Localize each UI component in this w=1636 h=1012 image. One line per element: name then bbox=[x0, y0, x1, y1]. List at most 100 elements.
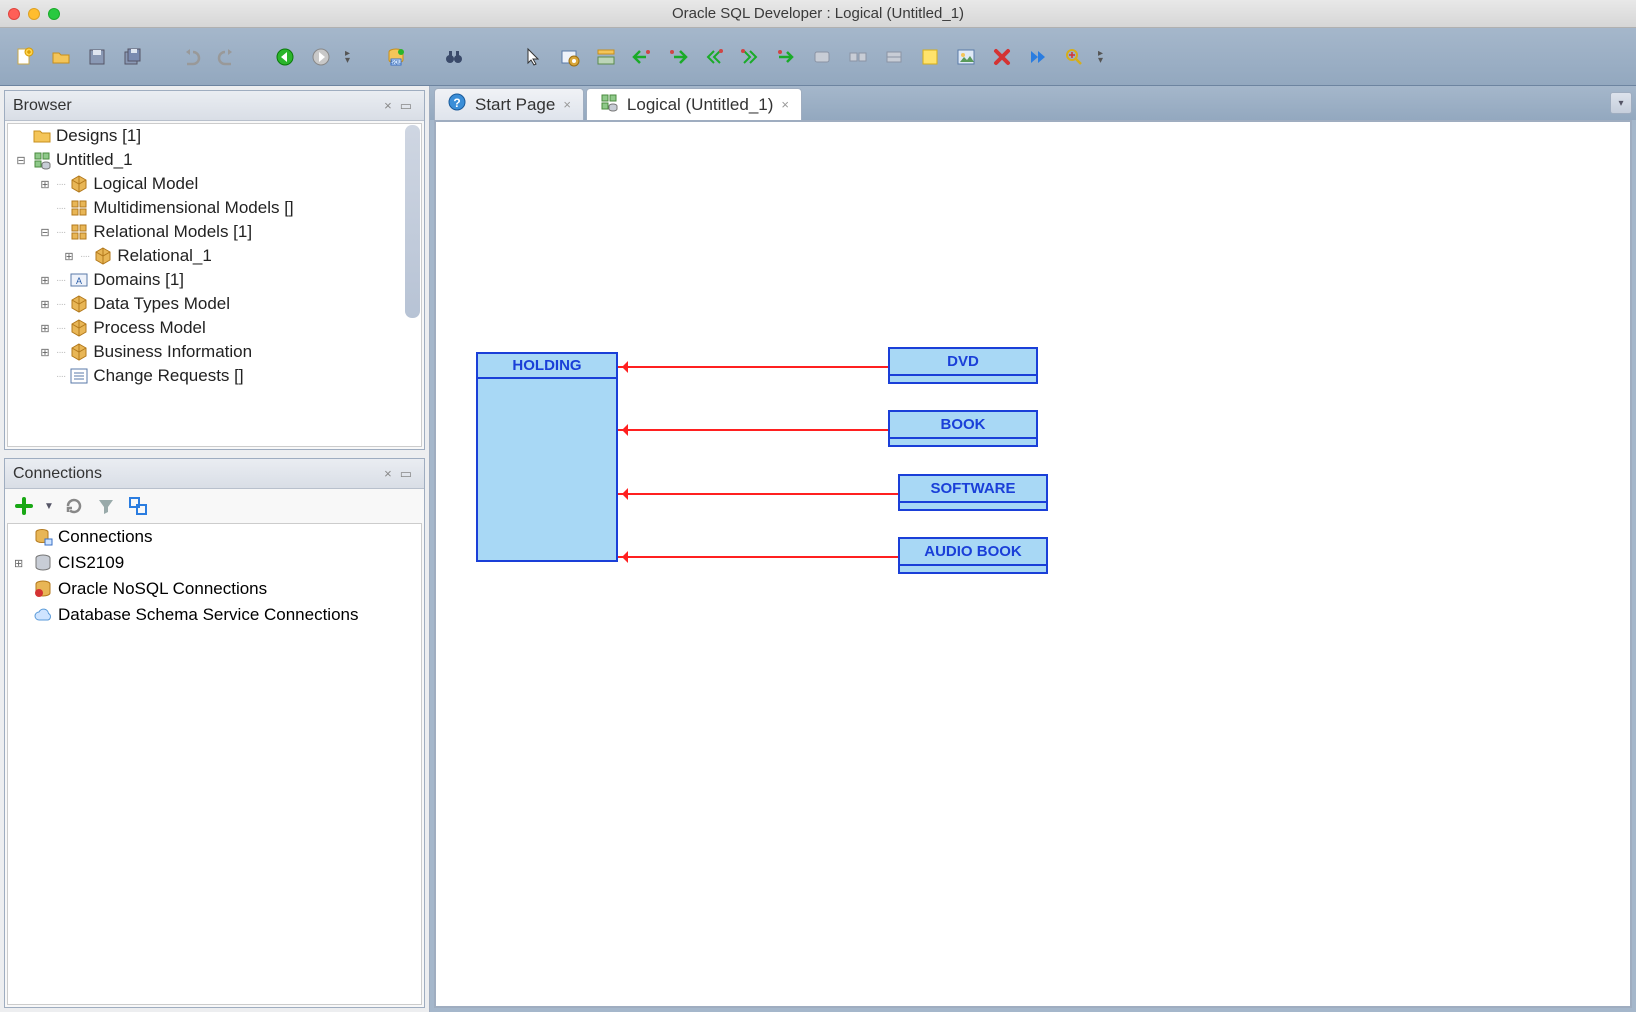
filter-button[interactable] bbox=[93, 493, 119, 519]
refresh-button[interactable] bbox=[61, 493, 87, 519]
browser-panel: Browser × ▭ Designs [1]⊟Untitled_1⊞····L… bbox=[4, 90, 425, 450]
expander-icon[interactable]: ⊟ bbox=[38, 226, 52, 239]
scrollbar[interactable] bbox=[405, 125, 420, 318]
db-icon bbox=[32, 553, 54, 573]
tree-item[interactable]: ⊞····Process Model bbox=[8, 316, 421, 340]
toolbar-overflow[interactable]: ▸▾ bbox=[342, 50, 353, 64]
connection-item[interactable]: Connections bbox=[8, 524, 421, 550]
relationship-arrow[interactable] bbox=[618, 429, 888, 431]
entity-software[interactable]: SOFTWARE bbox=[898, 474, 1048, 511]
tab-close-button[interactable]: × bbox=[563, 97, 571, 112]
open-folder-button[interactable] bbox=[46, 42, 76, 72]
expander-icon[interactable]: ⊞ bbox=[38, 274, 52, 287]
link-button[interactable] bbox=[125, 493, 151, 519]
cube-icon bbox=[69, 174, 89, 194]
nav-left-green-button[interactable] bbox=[627, 42, 657, 72]
rect-gray3-button[interactable] bbox=[879, 42, 909, 72]
tab-overflow-button[interactable]: ▾ bbox=[1610, 92, 1632, 114]
rect-gray2-button[interactable] bbox=[843, 42, 873, 72]
tree-item[interactable]: ⊟····Relational Models [1] bbox=[8, 220, 421, 244]
tree-item-label: Designs [1] bbox=[56, 126, 141, 146]
connection-item[interactable]: Database Schema Service Connections bbox=[8, 602, 421, 628]
fast-forward-blue-button[interactable] bbox=[1023, 42, 1053, 72]
tree-item-label: Logical Model bbox=[93, 174, 198, 194]
list-icon bbox=[69, 366, 89, 386]
tree-item[interactable]: ⊞····Business Information bbox=[8, 340, 421, 364]
cursor-button[interactable] bbox=[519, 42, 549, 72]
svg-text:?: ? bbox=[453, 96, 460, 110]
image-button[interactable] bbox=[951, 42, 981, 72]
diagram-canvas[interactable]: HOLDING DVD BOOK SOFTWARE AUDIO BOOK bbox=[434, 120, 1632, 1008]
connection-item[interactable]: ⊞CIS2109 bbox=[8, 550, 421, 576]
new-file-button[interactable] bbox=[10, 42, 40, 72]
sql-button[interactable]: SQL bbox=[381, 42, 411, 72]
expander-icon[interactable]: ⊞ bbox=[38, 322, 52, 335]
tree-item[interactable]: ⊞····Logical Model bbox=[8, 172, 421, 196]
editor-tabs: ?Start Page×Logical (Untitled_1)×▾ bbox=[430, 86, 1636, 120]
expander-icon[interactable]: ⊞ bbox=[62, 250, 76, 263]
redo-button[interactable] bbox=[212, 42, 242, 72]
nav-skip-right-button[interactable] bbox=[735, 42, 765, 72]
nav-skip-left-button[interactable] bbox=[699, 42, 729, 72]
connection-item-label: Connections bbox=[58, 527, 153, 547]
expander-icon[interactable]: ⊞ bbox=[38, 178, 52, 191]
editor-tab[interactable]: Logical (Untitled_1)× bbox=[586, 88, 802, 120]
tree-item-label: Relational Models [1] bbox=[93, 222, 252, 242]
run-gear-button[interactable] bbox=[555, 42, 585, 72]
relationship-arrow[interactable] bbox=[618, 493, 898, 495]
cube-icon bbox=[69, 342, 89, 362]
tree-item[interactable]: ⊞····ADomains [1] bbox=[8, 268, 421, 292]
cube-icon bbox=[69, 294, 89, 314]
connections-minimize-button[interactable]: ▭ bbox=[396, 466, 416, 482]
nav-end-button[interactable] bbox=[771, 42, 801, 72]
editor-tab[interactable]: ? Start Page × bbox=[434, 88, 584, 120]
browser-minimize-button[interactable]: ▭ bbox=[396, 98, 416, 114]
connection-item[interactable]: Oracle NoSQL Connections bbox=[8, 576, 421, 602]
entity-holding[interactable]: HOLDING bbox=[476, 352, 618, 562]
new-connection-button[interactable] bbox=[11, 493, 37, 519]
tree-item[interactable]: ····Change Requests [] bbox=[8, 364, 421, 388]
note-yellow-button[interactable] bbox=[915, 42, 945, 72]
browser-close-button[interactable]: × bbox=[380, 98, 396, 113]
entity-dvd[interactable]: DVD bbox=[888, 347, 1038, 384]
expander-icon[interactable]: ⊞ bbox=[38, 346, 52, 359]
rect-gray-button[interactable] bbox=[807, 42, 837, 72]
back-button[interactable] bbox=[270, 42, 300, 72]
nav-right-green-button[interactable] bbox=[663, 42, 693, 72]
tree-item[interactable]: Designs [1] bbox=[8, 124, 421, 148]
toolbar-overflow[interactable]: ▸▾ bbox=[1095, 50, 1106, 64]
connections-panel-header: Connections × ▭ bbox=[5, 459, 424, 489]
tree-item[interactable]: ····Multidimensional Models [] bbox=[8, 196, 421, 220]
forward-button[interactable] bbox=[306, 42, 336, 72]
toggle-view-button[interactable] bbox=[591, 42, 621, 72]
db-grid-icon bbox=[599, 92, 619, 117]
window-title: Oracle SQL Developer : Logical (Untitled… bbox=[0, 5, 1636, 22]
relationship-arrow[interactable] bbox=[618, 366, 888, 368]
browser-tree[interactable]: Designs [1]⊟Untitled_1⊞····Logical Model… bbox=[7, 123, 422, 447]
relationship-arrow[interactable] bbox=[618, 556, 898, 558]
tree-item-label: Business Information bbox=[93, 342, 252, 362]
binoculars-button[interactable] bbox=[439, 42, 469, 72]
connections-list[interactable]: Connections ⊞CIS2109 Oracle NoSQL Connecti… bbox=[7, 523, 422, 1005]
tree-item[interactable]: ⊞····Relational_1 bbox=[8, 244, 421, 268]
undo-button[interactable] bbox=[176, 42, 206, 72]
entity-title: HOLDING bbox=[478, 354, 616, 379]
expander-icon[interactable]: ⊞ bbox=[38, 298, 52, 311]
db-conn-icon bbox=[32, 527, 54, 547]
expander-icon[interactable]: ⊟ bbox=[14, 154, 28, 167]
expander-icon[interactable]: ⊞ bbox=[14, 557, 28, 570]
save-all-button[interactable] bbox=[118, 42, 148, 72]
entity-audio-book[interactable]: AUDIO BOOK bbox=[898, 537, 1048, 574]
entity-book[interactable]: BOOK bbox=[888, 410, 1038, 447]
connections-close-button[interactable]: × bbox=[380, 466, 396, 481]
zoom-button[interactable] bbox=[1059, 42, 1089, 72]
tab-close-button[interactable]: × bbox=[781, 97, 789, 112]
dropdown-caret[interactable]: ▼ bbox=[43, 493, 55, 519]
connection-item-label: Oracle NoSQL Connections bbox=[58, 579, 267, 599]
tree-item[interactable]: ⊟Untitled_1 bbox=[8, 148, 421, 172]
tree-item-label: Process Model bbox=[93, 318, 205, 338]
tree-item[interactable]: ⊞····Data Types Model bbox=[8, 292, 421, 316]
delete-red-button[interactable] bbox=[987, 42, 1017, 72]
save-button[interactable] bbox=[82, 42, 112, 72]
tab-label: Start Page bbox=[475, 95, 555, 115]
